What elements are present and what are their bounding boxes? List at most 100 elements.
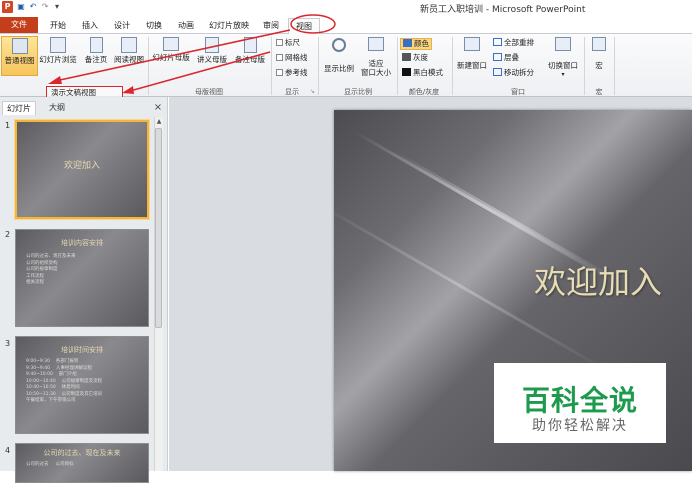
slide-number: 3 — [5, 339, 11, 348]
bullet: 公司的过去、现在及未来 — [26, 254, 76, 259]
thumbnail-bullets: 公司的过去、现在及未来 公司的组织架构 公司的规章制度 工作流程 相关流程 — [26, 254, 76, 287]
slide-sorter-button[interactable]: 幻灯片浏览 — [39, 36, 77, 74]
macros-button[interactable]: 宏 — [586, 36, 612, 74]
fit-to-window-button[interactable]: 适应 窗口大小 — [356, 36, 396, 77]
gridlines-checkbox[interactable]: 网格线 — [276, 53, 308, 63]
arrange-all-button[interactable]: 全部重排 — [493, 38, 534, 48]
thumbnail-bullets: 9:00~9:30 各部门报到 9:30~9:40 人事经理讲解议程 9:40~… — [26, 359, 102, 405]
thumbnail-title: 培训内容安排 — [61, 239, 103, 247]
slide-thumbnail-4[interactable]: 公司的过去、现在及未来 公司的过去 公司目标 — [15, 443, 149, 483]
reading-view-button[interactable]: 阅读视图 — [112, 36, 146, 74]
save-icon[interactable]: ▣ — [16, 2, 26, 12]
arrange-all-icon — [493, 38, 502, 46]
window-group-label: 窗口 — [511, 88, 525, 96]
normal-view-button[interactable]: 普通视图 — [1, 36, 38, 76]
notes-page-icon — [89, 37, 103, 53]
powerpoint-app-icon[interactable]: P — [2, 1, 13, 13]
ruler-checkbox[interactable]: 标尺 — [276, 38, 300, 48]
fit-window-label-line1: 适应 — [368, 59, 384, 68]
tab-file[interactable]: 文件 — [0, 17, 38, 33]
thumbnail-title: 欢迎加入 — [63, 161, 100, 171]
window-title: 新员工入职培训 - Microsoft PowerPoint — [420, 5, 586, 15]
dialog-launcher-icon[interactable]: ↘ — [310, 88, 315, 95]
tab-review[interactable]: 审阅 — [258, 18, 284, 33]
notes-master-label: 备注母版 — [235, 55, 265, 64]
fit-window-label-line2: 窗口大小 — [361, 68, 391, 77]
macros-button-label: 宏 — [595, 61, 603, 70]
watermark-subtitle: 助你轻松解决 — [532, 418, 628, 434]
cascade-button[interactable]: 层叠 — [493, 53, 519, 63]
cascade-label: 层叠 — [504, 53, 519, 62]
show-group-label: 显示 — [285, 88, 299, 96]
color-label: 颜色 — [414, 39, 429, 48]
notes-page-button[interactable]: 备注页 — [80, 36, 112, 74]
new-window-button[interactable]: 新建窗口 — [454, 36, 490, 74]
slide-sorter-label: 幻灯片浏览 — [39, 55, 77, 64]
redo-icon[interactable]: ↷ — [40, 2, 50, 12]
grayscale-label: 灰度 — [413, 53, 428, 62]
tab-slideshow[interactable]: 幻灯片放映 — [204, 18, 254, 33]
slide-sorter-icon — [50, 37, 66, 53]
guides-label: 参考线 — [285, 68, 308, 77]
slide-thumbnail-1[interactable]: 欢迎加入 — [15, 120, 149, 219]
slide-thumbnail-3[interactable]: 培训时间安排 9:00~9:30 各部门报到 9:30~9:40 人事经理讲解议… — [15, 336, 149, 434]
handout-master-button[interactable]: 讲义母版 — [192, 36, 232, 74]
slide-title[interactable]: 欢迎加入 — [534, 257, 662, 303]
black-white-swatch-icon — [402, 68, 411, 76]
slide-number: 4 — [5, 446, 11, 455]
black-white-button[interactable]: 黑白模式 — [402, 68, 443, 78]
cascade-icon — [493, 53, 502, 61]
switch-windows-icon — [555, 37, 571, 51]
color-grayscale-group-label: 颜色/灰度 — [408, 88, 440, 96]
slide-master-label: 幻灯片母版 — [152, 53, 190, 62]
group-separator — [318, 37, 319, 95]
grayscale-button[interactable]: 灰度 — [402, 53, 428, 63]
tab-design[interactable]: 设计 — [108, 18, 136, 33]
notes-master-button[interactable]: 备注母版 — [232, 36, 268, 74]
slide-number: 1 — [5, 121, 11, 130]
reading-view-label: 阅读视图 — [114, 55, 144, 64]
close-icon[interactable]: × — [153, 101, 163, 115]
color-button[interactable]: 颜色 — [400, 38, 432, 50]
switch-windows-label: 切换窗口 — [548, 61, 578, 70]
tab-transitions[interactable]: 切换 — [140, 18, 168, 33]
customize-qat-icon[interactable]: ▾ — [52, 2, 62, 12]
thumbnail-bullets: 公司的过去 公司目标 — [26, 462, 74, 469]
switch-windows-button[interactable]: 切换窗口 ▾ — [544, 36, 582, 78]
scrollbar-thumb[interactable] — [155, 128, 162, 328]
tab-slides[interactable]: 幻灯片 — [2, 101, 36, 115]
ribbon-tab-bar: 文件 开始 插入 设计 切换 动画 幻灯片放映 审阅 视图 — [0, 16, 692, 34]
guides-check-icon — [276, 69, 283, 76]
group-separator — [614, 37, 615, 95]
move-split-icon — [493, 68, 502, 76]
bullet: 公司目标 — [55, 462, 74, 467]
tab-animations[interactable]: 动画 — [172, 18, 200, 33]
color-swatch-icon — [403, 39, 412, 47]
reading-view-icon — [121, 37, 137, 53]
guides-checkbox[interactable]: 参考线 — [276, 68, 308, 78]
handout-master-icon — [205, 37, 219, 53]
slide-thumbnail-2[interactable]: 培训内容安排 公司的过去、现在及未来 公司的组织架构 公司的规章制度 工作流程 … — [15, 229, 149, 327]
group-separator — [584, 37, 585, 95]
zoom-button[interactable]: 显示比例 — [320, 36, 358, 74]
tab-home[interactable]: 开始 — [44, 18, 72, 33]
zoom-label: 显示比例 — [324, 64, 354, 73]
group-separator — [452, 37, 453, 95]
bullet: 公司的过去 — [26, 462, 49, 467]
tab-outline[interactable]: 大纲 — [40, 101, 74, 115]
tab-insert[interactable]: 插入 — [76, 18, 104, 33]
title-bar: P ▣ ↶ ↷ ▾ 新员工入职培训 - Microsoft PowerPoint — [0, 0, 692, 16]
group-separator — [397, 37, 398, 95]
macros-icon — [592, 37, 606, 51]
bullet: 相关流程 — [26, 280, 44, 285]
ruler-label: 标尺 — [285, 38, 300, 47]
magnifier-icon — [332, 38, 346, 52]
tab-view[interactable]: 视图 — [288, 18, 320, 34]
undo-icon[interactable]: ↶ — [28, 2, 38, 12]
new-window-icon — [464, 37, 480, 51]
move-split-button[interactable]: 移动拆分 — [493, 68, 534, 78]
slide-master-button[interactable]: 幻灯片母版 — [150, 36, 192, 74]
fit-window-icon — [368, 37, 384, 51]
scroll-up-icon[interactable]: ▲ — [155, 118, 163, 126]
master-views-group-label: 母版视图 — [195, 88, 223, 96]
